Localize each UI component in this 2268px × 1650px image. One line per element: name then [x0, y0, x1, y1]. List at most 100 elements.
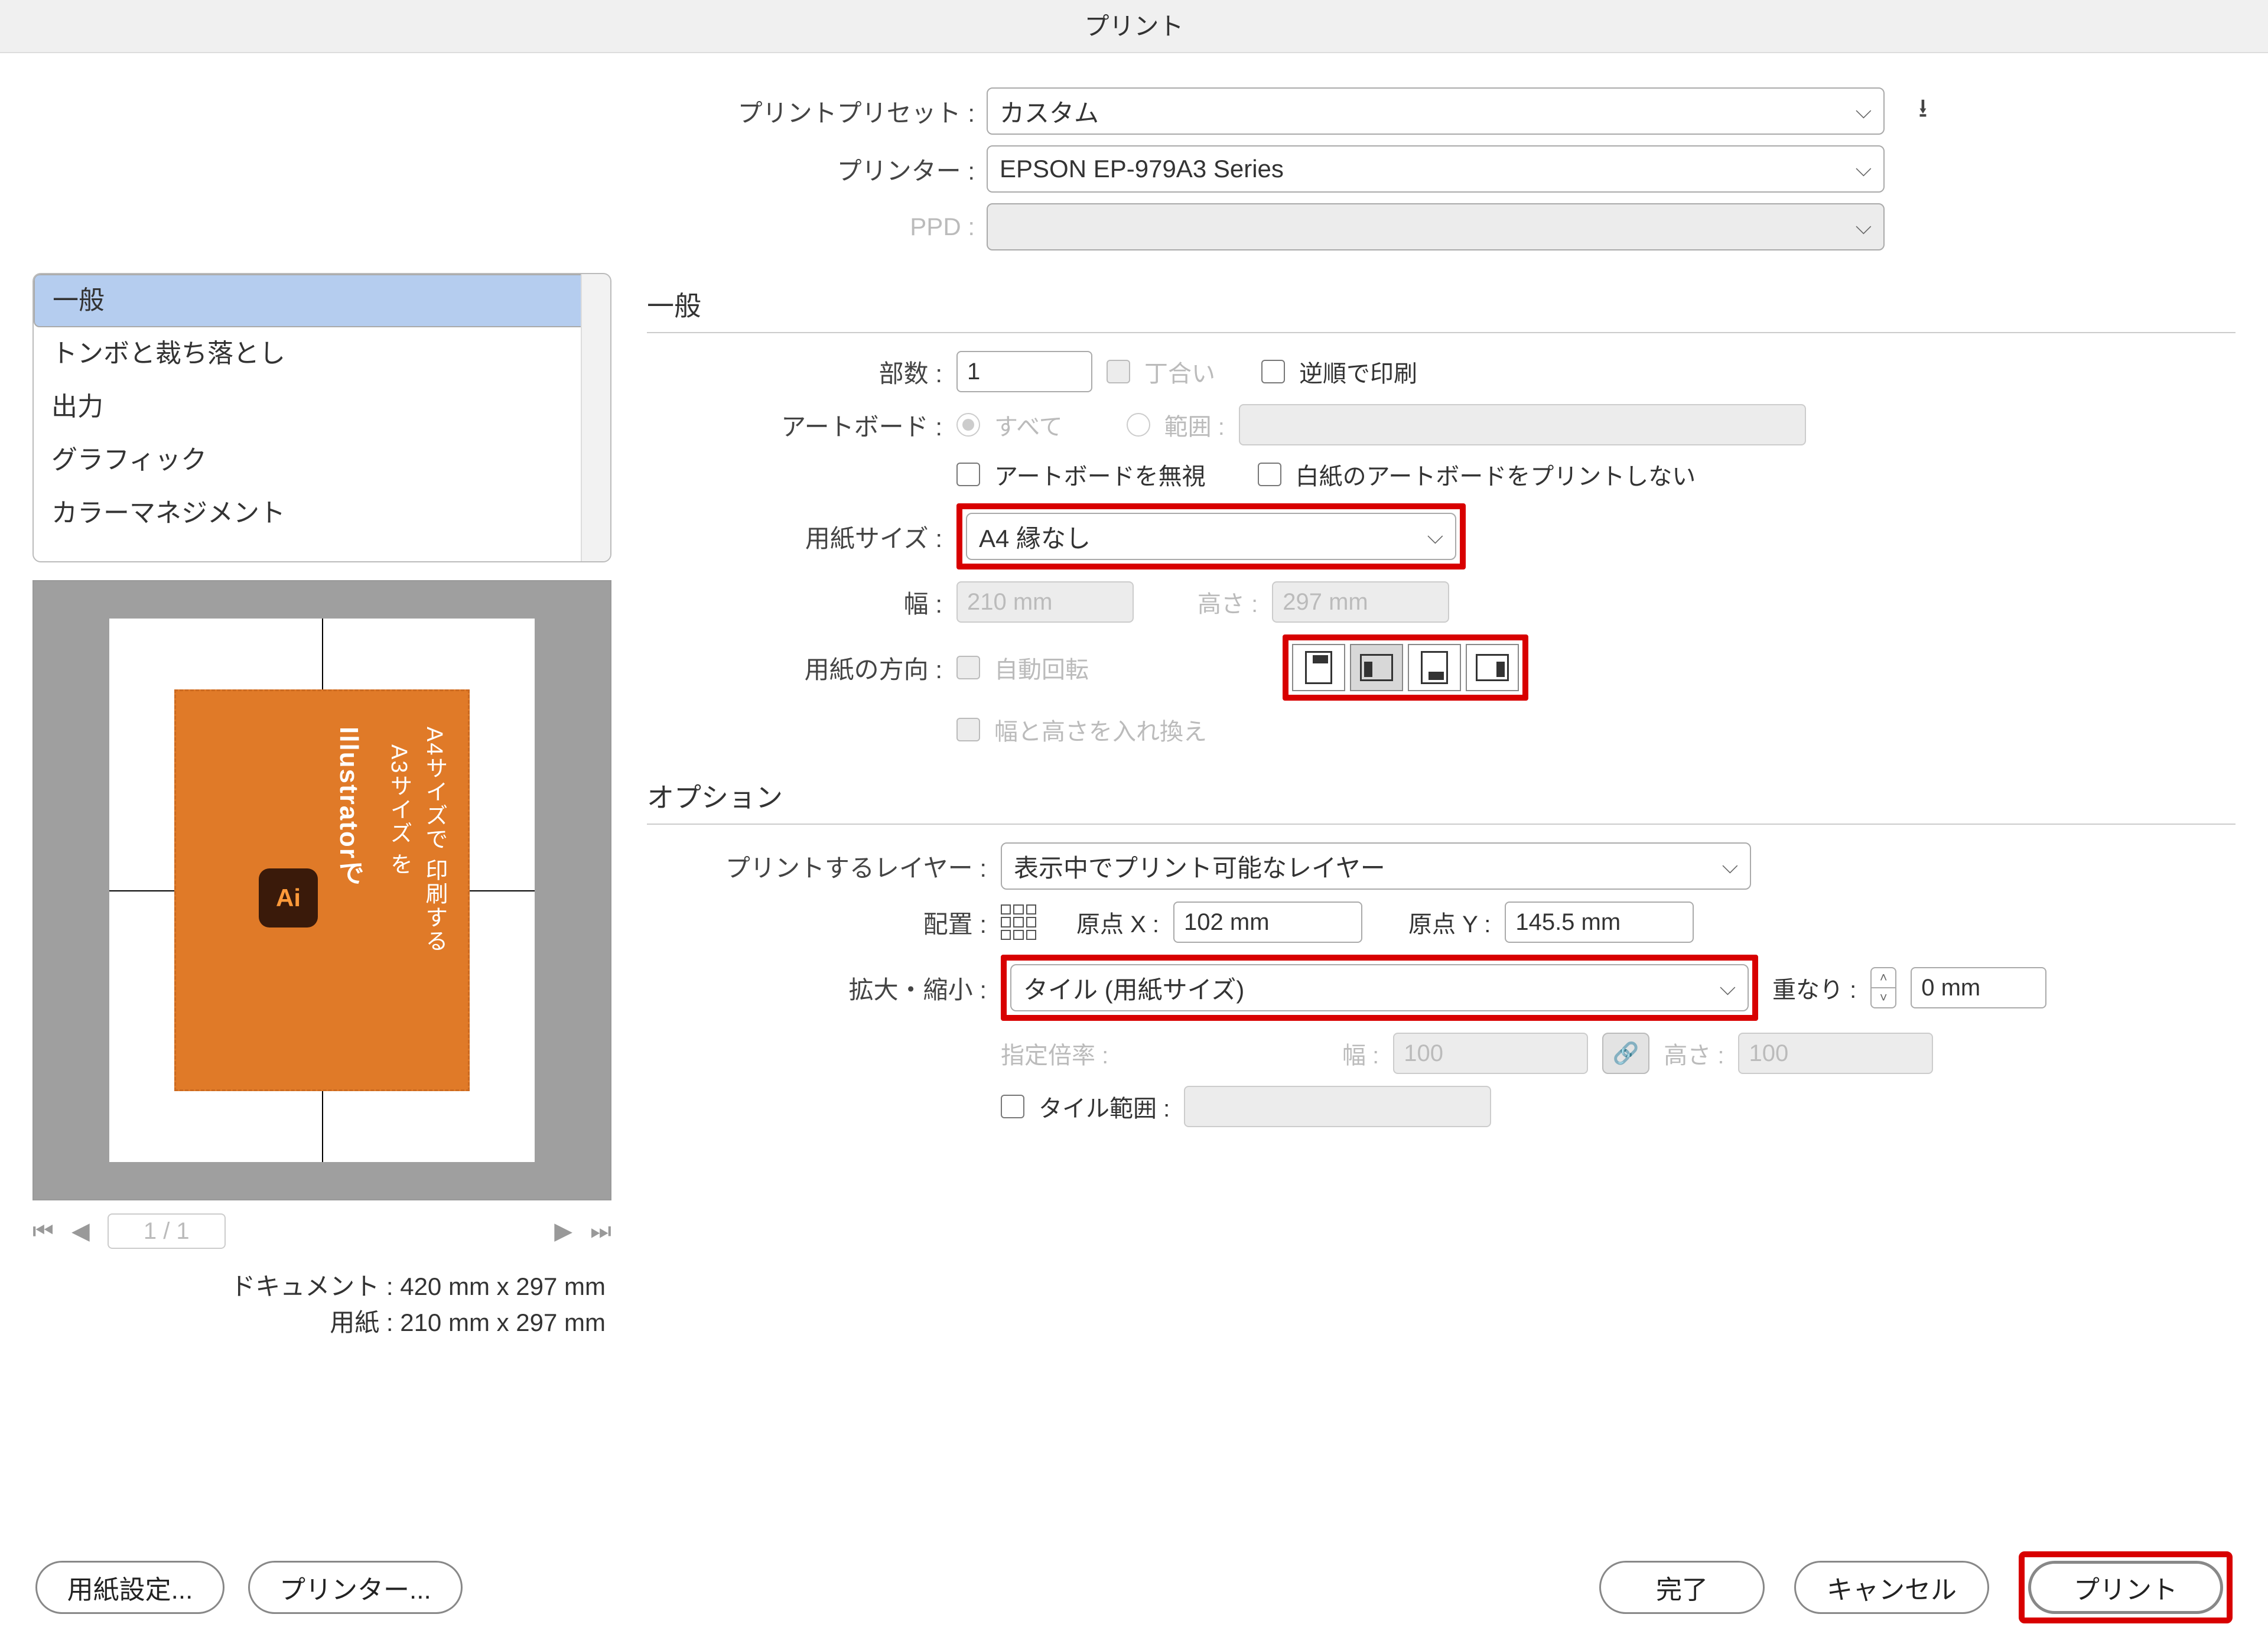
printer-button[interactable]: プリンター... [248, 1561, 463, 1614]
reverse-checkbox[interactable] [1261, 360, 1285, 383]
overlap-stepper[interactable]: ˄˅ [1870, 967, 1896, 1008]
chevron-down-icon: ⌵ [1856, 214, 1872, 240]
papersize-select[interactable]: A4 縁なし ⌵ [966, 513, 1456, 560]
pager-prev-icon[interactable]: ◀ [71, 1218, 90, 1245]
artboard-range-input [1239, 404, 1806, 445]
placement-label: 配置 : [647, 904, 987, 940]
ppd-select: ⌵ [987, 203, 1885, 250]
papersize-value: A4 縁なし [979, 519, 1091, 555]
scale-w-input: 100 [1393, 1033, 1588, 1074]
link-icon: 🔗 [1613, 1041, 1639, 1066]
ignore-artboards-checkbox[interactable] [956, 463, 980, 486]
orientation-group [1292, 644, 1519, 691]
preview-pager: ⏮ ◀ 1 / 1 ▶ ⏭ [32, 1213, 611, 1249]
artboard-all-radio [956, 413, 980, 437]
print-button[interactable]: プリント [2028, 1561, 2223, 1614]
artboard-range-label: 範囲 : [1164, 408, 1225, 442]
general-heading: 一般 [647, 285, 2236, 328]
sidebar-item-general[interactable]: 一般 [34, 274, 610, 327]
landscape-left-icon [1360, 654, 1393, 681]
layers-select[interactable]: 表示中でプリント可能なレイヤー ⌵ [1001, 842, 1751, 890]
tile-range-label: タイル範囲 : [1039, 1089, 1170, 1124]
paper-setup-button[interactable]: 用紙設定... [35, 1561, 224, 1614]
printer-value: EPSON EP-979A3 Series [1000, 155, 1284, 183]
sidebar-item-graphics[interactable]: グラフィック [34, 434, 610, 487]
preset-select[interactable]: カスタム ⌵ [987, 87, 1885, 135]
overlap-input[interactable]: 0 mm [1911, 967, 2046, 1008]
preview-page: Ai Illustratorで A3サイズ を A4サイズで 印刷する [109, 619, 535, 1162]
preview-text-main: Illustratorで [330, 727, 367, 887]
swap-wh-checkbox [956, 718, 980, 741]
divider [647, 824, 2236, 825]
doc-label: ドキュメント : [230, 1273, 393, 1300]
preview-text-sub2: A4サイズで 印刷する [418, 727, 451, 953]
copies-input[interactable]: 1 [956, 351, 1092, 392]
collate-label: 丁合い [1144, 354, 1215, 389]
reverse-label: 逆順で印刷 [1299, 354, 1417, 389]
ignore-artboards-label: アートボードを無視 [994, 457, 1206, 492]
dialog-footer: 用紙設定... プリンター... 完了 キャンセル プリント [0, 1551, 2268, 1623]
pager-next-icon[interactable]: ▶ [554, 1218, 572, 1245]
tile-range-checkbox[interactable] [1001, 1095, 1024, 1118]
orient-portrait-down-button[interactable] [1408, 644, 1461, 691]
placement-grid-icon[interactable] [1001, 904, 1036, 940]
cancel-button[interactable]: キャンセル [1794, 1561, 1989, 1614]
layers-label: プリントするレイヤー : [647, 848, 987, 884]
autorotate-checkbox [956, 656, 980, 679]
origin-y-label: 原点 Y : [1408, 905, 1491, 939]
layers-value: 表示中でプリント可能なレイヤー [1014, 848, 1385, 884]
copies-label: 部数 : [647, 354, 942, 390]
landscape-right-icon [1476, 654, 1509, 681]
orient-landscape-right-button[interactable] [1466, 644, 1519, 691]
link-wh-button[interactable]: 🔗 [1602, 1033, 1649, 1074]
origin-x-label: 原点 X : [1076, 905, 1159, 939]
sidebar-item-marks[interactable]: トンボと裁ち落とし [34, 327, 610, 380]
orient-portrait-up-button[interactable] [1292, 644, 1345, 691]
pager-first-icon[interactable]: ⏮ [32, 1218, 54, 1245]
options-heading: オプション [647, 776, 2236, 820]
preview-text-sub1: A3サイズ を [383, 744, 415, 876]
width-label: 幅 : [647, 584, 942, 620]
artboard-label: アートボード : [647, 407, 942, 443]
window-titlebar: プリント [0, 0, 2268, 53]
document-info: ドキュメント : 420 mm x 297 mm 用紙 : 210 mm x 2… [32, 1267, 611, 1339]
preset-label: プリントプリセット : [0, 93, 987, 129]
swap-wh-label: 幅と高さを入れ換え [994, 712, 1207, 747]
chevron-down-icon: ⌵ [1427, 524, 1443, 549]
height-label: 高さ : [1198, 585, 1258, 619]
pager-page-field[interactable]: 1 / 1 [108, 1213, 226, 1249]
scalefactor-label: 指定倍率 : [1001, 1036, 1208, 1070]
printer-label: プリンター : [0, 151, 987, 187]
tile-range-input [1184, 1086, 1491, 1127]
divider [647, 332, 2236, 333]
height-input: 297 mm [1272, 581, 1449, 623]
caret-up-icon: ˄ [1872, 968, 1895, 988]
done-button[interactable]: 完了 [1599, 1561, 1765, 1614]
scale-h-input: 100 [1738, 1033, 1933, 1074]
paper-value: 210 mm x 297 mm [400, 1309, 606, 1336]
sidebar-item-output[interactable]: 出力 [34, 380, 610, 434]
origin-x-input[interactable]: 102 mm [1173, 902, 1362, 943]
ppd-label: PPD : [0, 213, 987, 241]
save-preset-icon[interactable]: ⭳ [1902, 90, 1944, 132]
scale-w-label: 幅 : [1342, 1036, 1379, 1070]
papersize-label: 用紙サイズ : [647, 519, 942, 555]
width-input: 210 mm [956, 581, 1134, 623]
sidebar-scrollbar[interactable] [581, 274, 610, 561]
portrait-up-icon [1305, 651, 1332, 684]
orient-landscape-left-button[interactable] [1350, 644, 1403, 691]
sidebar-item-colormgmt[interactable]: カラーマネジメント [34, 487, 610, 540]
category-list[interactable]: 一般 トンボと裁ち落とし 出力 グラフィック カラーマネジメント [32, 273, 611, 562]
scale-value: タイル (用紙サイズ) [1023, 970, 1244, 1006]
origin-y-input[interactable]: 145.5 mm [1505, 902, 1694, 943]
preset-value: カスタム [1000, 93, 1099, 129]
skip-blank-checkbox[interactable] [1258, 463, 1281, 486]
printer-select[interactable]: EPSON EP-979A3 Series ⌵ [987, 145, 1885, 193]
autorotate-label: 自動回転 [994, 650, 1089, 685]
artboard-range-radio [1127, 413, 1150, 437]
chevron-down-icon: ⌵ [1720, 975, 1736, 1001]
scale-select[interactable]: タイル (用紙サイズ) ⌵ [1010, 964, 1749, 1011]
portrait-down-icon [1421, 651, 1448, 684]
pager-last-icon[interactable]: ⏭ [590, 1218, 611, 1245]
scale-h-label: 高さ : [1664, 1036, 1724, 1070]
